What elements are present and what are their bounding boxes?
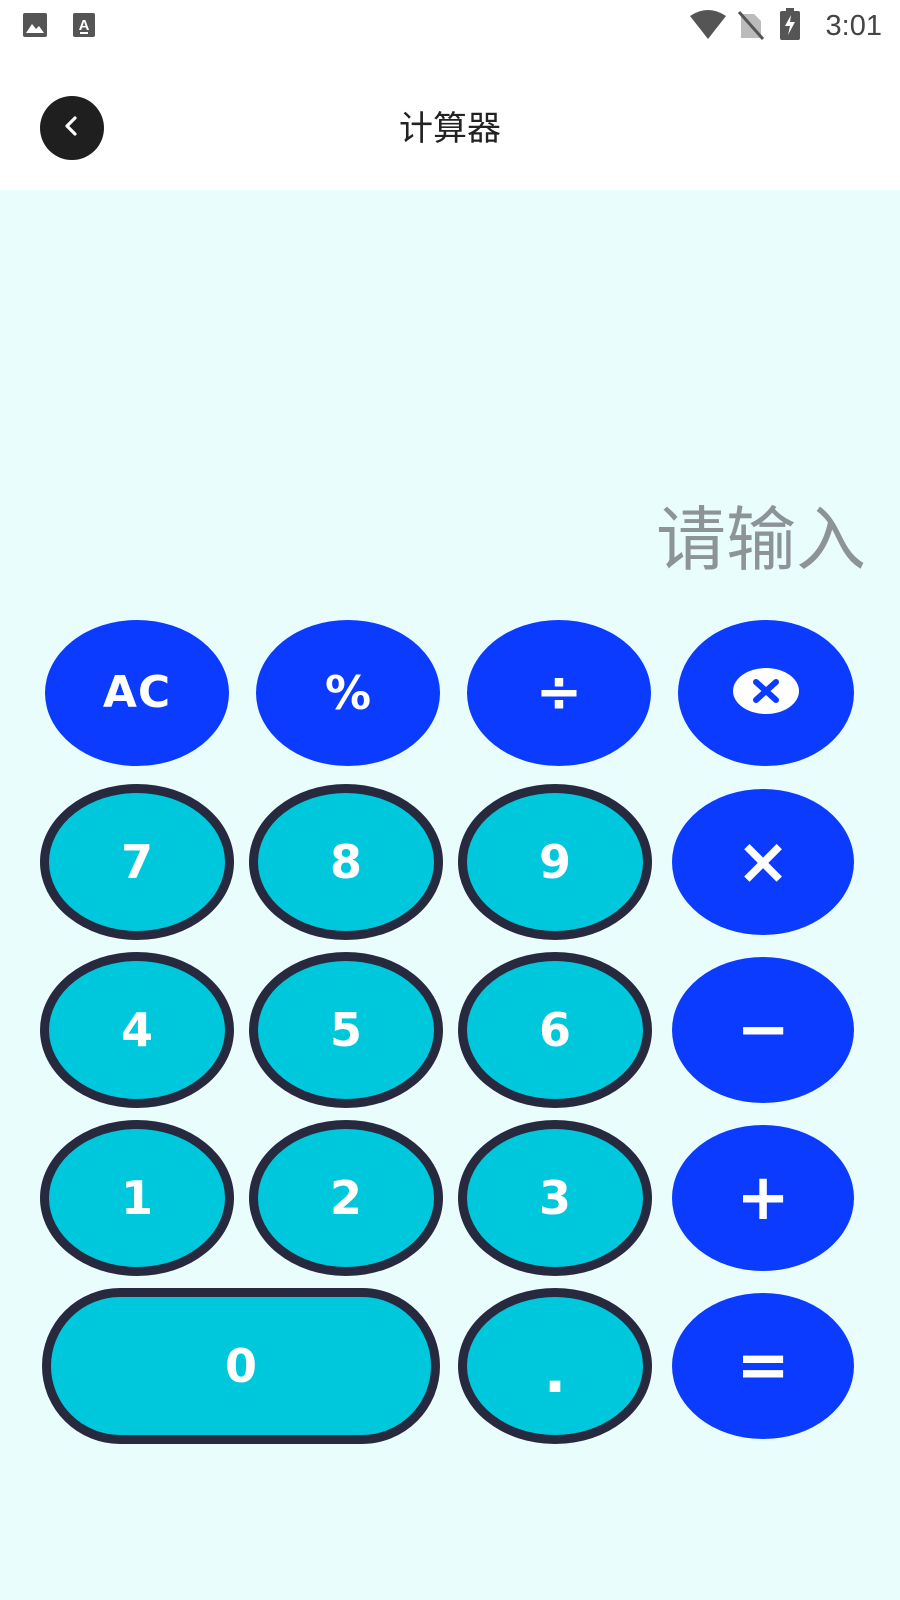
decimal-point-label: . bbox=[543, 1337, 567, 1407]
digit-6-button[interactable]: 6 bbox=[458, 952, 652, 1108]
no-sim-icon bbox=[737, 10, 765, 44]
digit-7-label: 7 bbox=[120, 835, 153, 889]
digit-8-label: 8 bbox=[329, 835, 362, 889]
digit-1-label: 1 bbox=[120, 1171, 153, 1225]
digit-0-label: 0 bbox=[224, 1339, 257, 1393]
digit-8-button[interactable]: 8 bbox=[249, 784, 443, 940]
divide-label: ÷ bbox=[535, 660, 583, 725]
digit-9-button[interactable]: 9 bbox=[458, 784, 652, 940]
digit-2-label: 2 bbox=[329, 1171, 362, 1225]
digit-3-label: 3 bbox=[538, 1171, 571, 1225]
header: 计算器 bbox=[0, 52, 900, 190]
multiply-label: × bbox=[736, 825, 790, 899]
digit-5-label: 5 bbox=[329, 1003, 362, 1057]
digit-1-button[interactable]: 1 bbox=[40, 1120, 234, 1276]
digit-5-button[interactable]: 5 bbox=[249, 952, 443, 1108]
wifi-icon bbox=[690, 10, 726, 44]
svg-text:A: A bbox=[79, 17, 90, 34]
page-title: 计算器 bbox=[399, 109, 501, 149]
clear-label: AC bbox=[102, 667, 172, 718]
plus-button[interactable]: + bbox=[672, 1125, 854, 1271]
digit-7-button[interactable]: 7 bbox=[40, 784, 234, 940]
display-placeholder: 请输入 bbox=[656, 499, 866, 581]
status-time: 3:01 bbox=[825, 10, 882, 42]
decimal-point-button[interactable]: . bbox=[458, 1288, 652, 1444]
minus-button[interactable]: − bbox=[672, 957, 854, 1103]
backspace-circle-x-icon bbox=[732, 667, 800, 719]
digit-3-button[interactable]: 3 bbox=[458, 1120, 652, 1276]
divide-button[interactable]: ÷ bbox=[467, 620, 651, 766]
digit-9-label: 9 bbox=[538, 835, 571, 889]
minus-label: − bbox=[736, 993, 790, 1067]
clear-button[interactable]: AC bbox=[45, 620, 229, 766]
image-icon bbox=[22, 12, 48, 42]
status-bar: A 3:01 bbox=[0, 0, 900, 52]
percent-label: % bbox=[324, 666, 372, 720]
digit-4-label: 4 bbox=[120, 1003, 153, 1057]
digit-2-button[interactable]: 2 bbox=[249, 1120, 443, 1276]
percent-button[interactable]: % bbox=[256, 620, 440, 766]
multiply-button[interactable]: × bbox=[672, 789, 854, 935]
digit-4-button[interactable]: 4 bbox=[40, 952, 234, 1108]
digit-6-label: 6 bbox=[538, 1003, 571, 1057]
text-a-icon: A bbox=[72, 12, 96, 42]
equals-label: = bbox=[736, 1329, 790, 1403]
equals-button[interactable]: = bbox=[672, 1293, 854, 1439]
digit-0-button[interactable]: 0 bbox=[42, 1288, 440, 1444]
battery-charging-icon bbox=[780, 8, 800, 44]
plus-label: + bbox=[736, 1161, 790, 1235]
backspace-button[interactable] bbox=[678, 620, 854, 766]
